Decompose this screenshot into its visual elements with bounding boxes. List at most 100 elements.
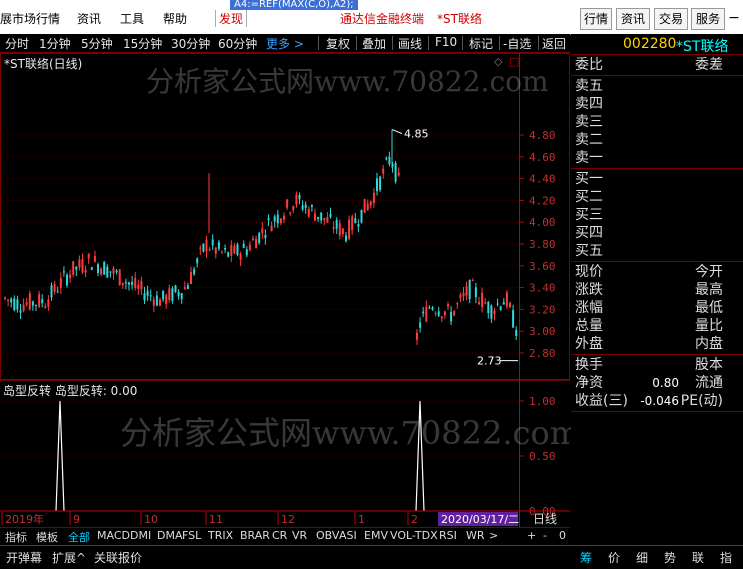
price-tick-label: 4.20 [529,194,556,207]
tool-f10[interactable]: F10 [435,35,457,49]
tab-item[interactable]: WR [466,529,485,542]
menu-discover[interactable]: 发现 [215,10,248,27]
tool-overlay[interactable]: 叠加 [362,35,386,52]
tab-item[interactable]: 指标 [5,529,27,545]
candle-body [180,293,183,300]
tab-item[interactable]: OBV [316,529,339,542]
menu-news[interactable]: 资讯 [77,10,101,27]
panel-tab-trend[interactable]: 势 [664,549,676,566]
tab-item[interactable]: CR [272,529,287,542]
tool-back[interactable]: 返回 [542,35,566,52]
tab-item[interactable]: DMI [130,529,151,542]
period-more[interactable]: 更多 > [266,35,304,52]
tab-item[interactable]: TRIX [208,529,233,542]
candle-body [227,252,230,257]
kline-chart[interactable]: 4.80 4.60 4.40 4.20 4.00 3.80 3.60 3.40 3.20 3.00… [0,53,571,527]
tool-draw[interactable]: 画线 [398,35,422,52]
zoom-out-control[interactable]: - [543,529,547,542]
candle-body [286,199,289,208]
candle-body [431,307,434,310]
candle-body [140,280,143,290]
candle-body [252,238,254,241]
tab-item[interactable]: EMV [364,529,388,542]
period-5min[interactable]: 5分钟 [81,35,113,52]
candle-body [512,310,515,328]
candle-body [221,251,223,253]
candle-body [292,206,295,211]
candle-body [496,303,499,305]
period-60min[interactable]: 60分钟 [218,35,257,52]
candle-body [131,281,134,286]
candle-body [162,290,165,300]
period-30min[interactable]: 30分钟 [171,35,210,52]
candle-body [165,294,168,305]
stat-row: 涨幅 最低 [575,300,723,316]
candle-body [298,195,301,200]
candle-body [62,271,65,273]
tab-item[interactable]: 模板 [36,529,58,545]
candle-body [13,298,16,310]
reset-control[interactable]: 0 [559,529,566,542]
candle-body [35,304,37,306]
zoom-in-control[interactable]: + [527,529,536,542]
period-intraday[interactable]: 分时 [5,35,29,52]
menu-tools[interactable]: 工具 [120,10,144,27]
tab-item[interactable]: DMA [157,529,183,542]
expand-toggle[interactable]: 扩展^ [52,549,86,566]
tab-item[interactable]: RSI [439,529,457,542]
candle-body [450,312,453,322]
candle-body [81,259,84,273]
date-tick-label: 9 [73,513,80,526]
panel-tab-link[interactable]: 联 [692,549,704,566]
candle-body [289,212,292,214]
candle-body [190,272,192,285]
candle-body [481,292,484,308]
candle-body [471,280,474,282]
menu-market[interactable]: 展市场行情 [0,10,60,27]
candle-body [372,192,375,204]
sell-level-row: 卖一 [575,150,603,166]
panel-tab-price[interactable]: 价 [608,549,620,566]
price-tick-label: 4.60 [529,151,556,164]
candle-body [41,299,44,304]
candle-body [502,302,505,305]
tab-item[interactable]: MACD [97,529,130,542]
linked-quotes[interactable]: 关联报价 [94,549,142,566]
price-tick-label: 3.40 [529,282,556,295]
candle-body [208,248,211,251]
minimize-icon[interactable]: − [728,8,740,28]
finance-row: 换手 股本 [575,357,723,373]
tool-mark[interactable]: 标记 [469,35,493,52]
candle-body [276,214,279,224]
btn-service[interactable]: 服务 [691,8,725,30]
period-toolbar: 分时 1分钟 5分钟 15分钟 30分钟 60分钟 更多 > 复权 叠加 画线 … [0,34,570,53]
candle-body [474,287,477,298]
candle-body [255,238,258,249]
formula-fragment: A4:=REF(MAX(C,O),A2); [230,0,358,10]
tab-item[interactable]: ASI [339,529,357,542]
candle-body [93,255,96,262]
candle-body [7,299,10,301]
period-1min[interactable]: 1分钟 [39,35,71,52]
tab-item[interactable]: BRAR [240,529,270,542]
menu-help[interactable]: 帮助 [163,10,187,27]
btn-trade[interactable]: 交易 [654,8,688,30]
tool-watchlist[interactable]: -自选 [503,35,531,52]
period-15min[interactable]: 15分钟 [123,35,162,52]
panel-tab-detail[interactable]: 细 [636,549,648,566]
btn-info[interactable]: 资讯 [616,8,650,30]
buy-level-row: 买五 [575,243,603,259]
tab-item[interactable]: > [489,529,498,542]
btn-quotes[interactable]: 行情 [580,8,612,30]
panel-tab-chips[interactable]: 筹 [580,549,592,566]
danmaku-toggle[interactable]: 开弹幕 [6,549,42,566]
candle-body [310,205,313,208]
tab-item[interactable]: 全部 [68,529,90,545]
tool-adjust[interactable]: 复权 [326,35,350,52]
candle-body [509,302,511,308]
tab-item[interactable]: VR [292,529,307,542]
tab-item[interactable]: FSL [182,529,201,542]
tab-item[interactable]: VOL-TDX [390,529,438,542]
panel-tab-index[interactable]: 指 [720,549,732,566]
candle-body [307,208,310,217]
